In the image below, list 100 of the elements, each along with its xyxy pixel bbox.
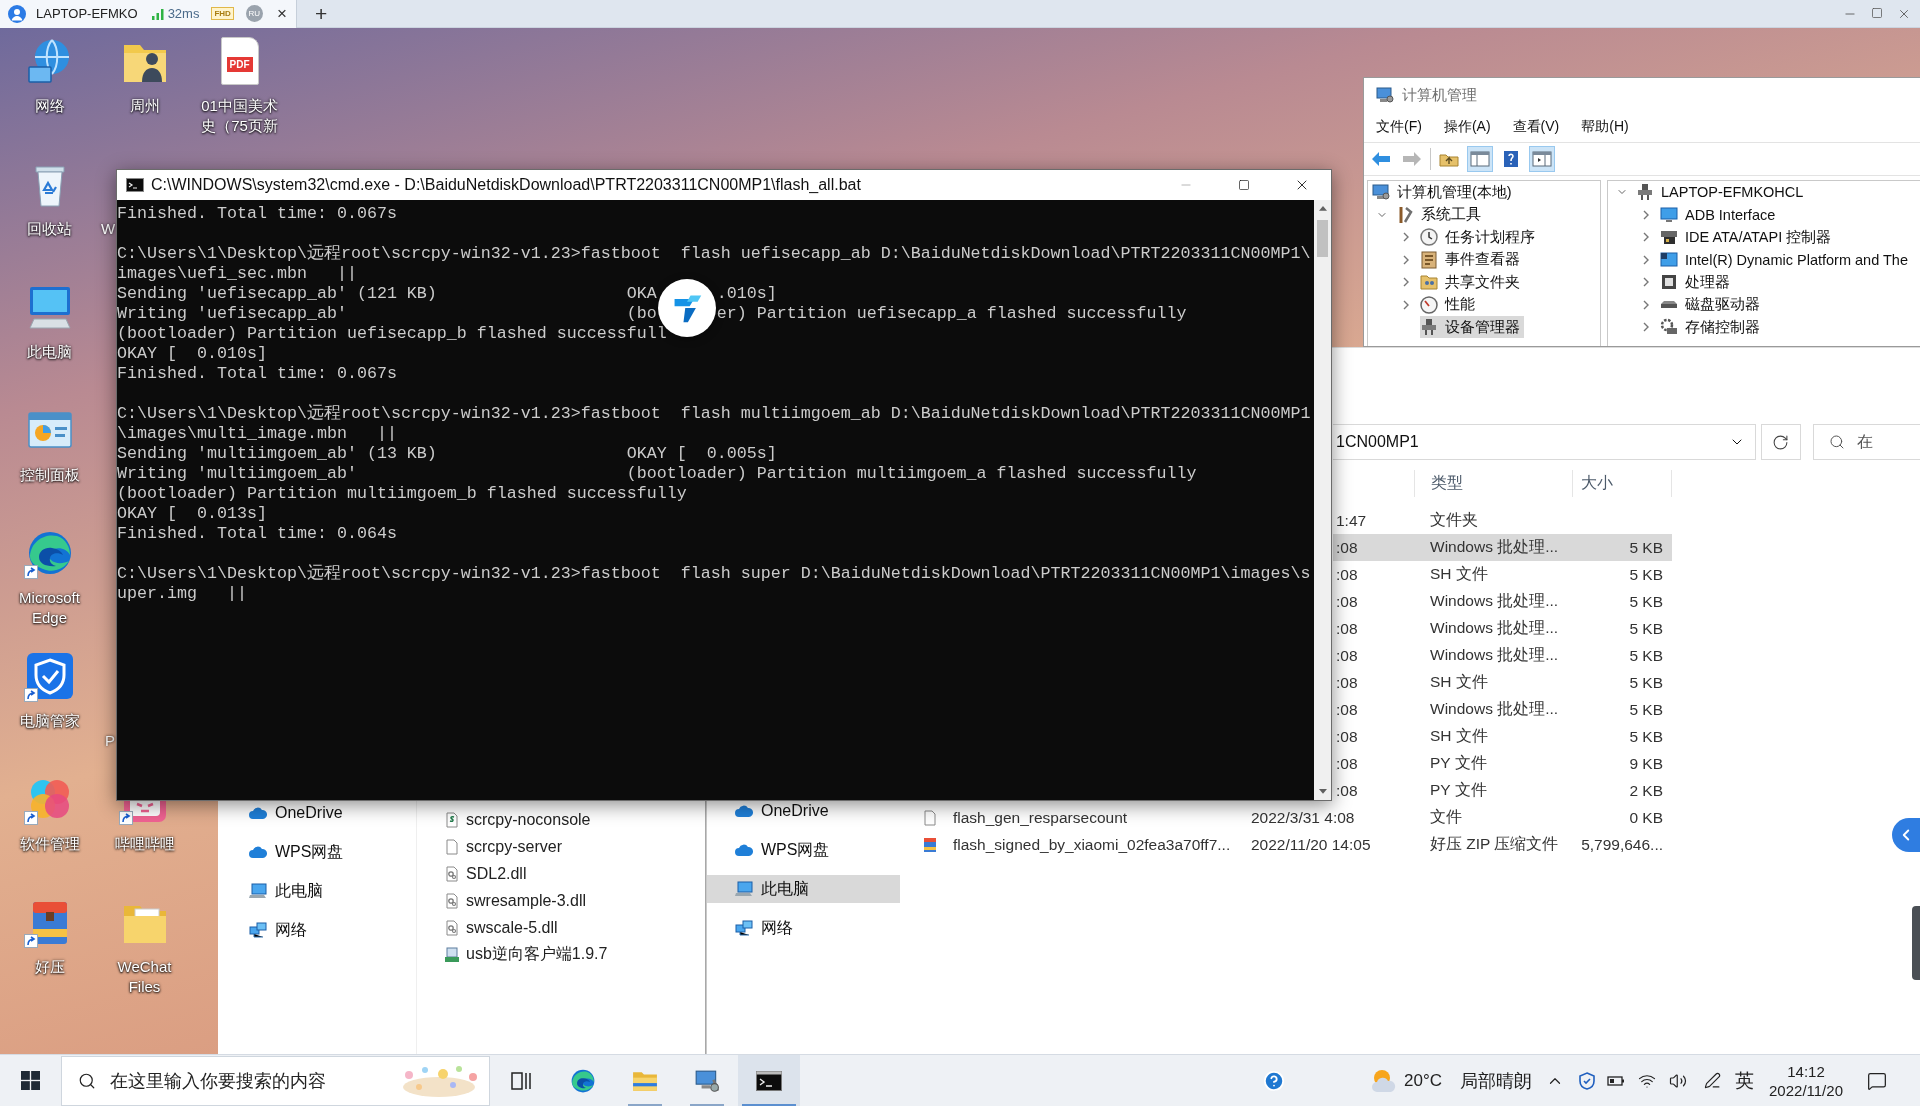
new-tab-button[interactable]: +	[315, 3, 328, 24]
file-row[interactable]: :08 SH 文件 5 KB	[1333, 723, 1672, 750]
tree-item[interactable]: 处理器	[1660, 271, 1734, 294]
file-item[interactable]: scrcpy-noconsole	[444, 806, 705, 833]
file-item[interactable]: scrcpy-server	[444, 833, 705, 860]
refresh-button[interactable]	[1760, 424, 1801, 460]
input-method-button[interactable]: 英	[1734, 1067, 1754, 1094]
console-line: OKAY [ 0.010s]	[117, 344, 267, 364]
tree-item[interactable]: 存储控制器	[1660, 316, 1764, 339]
file-row[interactable]: :08 Windows 批处理... 5 KB	[1333, 534, 1672, 561]
arrow-right-icon	[1402, 151, 1422, 167]
tree-item[interactable]: IDE ATA/ATAPI 控制器	[1660, 226, 1836, 249]
chevron-right-icon[interactable]	[1643, 254, 1649, 265]
notification-icon[interactable]	[1867, 1070, 1887, 1091]
nav-item[interactable]: 此电脑	[707, 875, 900, 903]
taskbar-app-button[interactable]	[738, 1054, 800, 1106]
tree-item[interactable]: LAPTOP-EFMKOHCL	[1636, 181, 1808, 204]
file-item[interactable]: swresample-3.dll	[444, 887, 705, 914]
shield-icon[interactable]	[1579, 1071, 1595, 1090]
chevron-right-icon[interactable]	[1643, 322, 1649, 333]
chevron-right-icon[interactable]	[1403, 277, 1409, 288]
file-row[interactable]: :08 Windows 批处理... 5 KB	[1333, 642, 1672, 669]
file-row[interactable]: :08 Windows 批处理... 5 KB	[1333, 615, 1672, 642]
toolbar-button[interactable]	[1467, 146, 1493, 172]
date-modified: :08	[1336, 592, 1358, 610]
chevron-right-icon[interactable]	[1643, 277, 1649, 288]
desktop-icon-label[interactable]: 周州	[129, 96, 160, 116]
chevron-right-icon[interactable]	[1643, 232, 1649, 243]
file-row[interactable]: :08 SH 文件 5 KB	[1333, 561, 1672, 588]
shield-icon[interactable]	[25, 652, 74, 700]
file-row[interactable]: :08 PY 文件 2 KB	[1333, 777, 1672, 804]
scroll-handle[interactable]	[1912, 906, 1920, 980]
tree-item[interactable]: 磁盘驱动器	[1660, 293, 1764, 316]
close-tab-button[interactable]: ×	[276, 5, 287, 22]
scrollbar-thumb[interactable]	[1317, 220, 1328, 257]
file-row[interactable]: flash_signed_by_xiaomi_02fea3a70ff7... 2022/11/20 14:05 好压 ZIP 压缩文件 5,799,646...	[900, 831, 1672, 858]
file-row[interactable]: :08 SH 文件 5 KB	[1333, 669, 1672, 696]
terminal-icon	[126, 178, 144, 192]
console-line: (bootloader) Partition multiimgoem_b flashed successfully	[117, 484, 687, 504]
nav-item[interactable]: 网络	[707, 914, 900, 942]
file-item[interactable]: SDL2.dll	[444, 860, 705, 887]
address-field[interactable]: 1CN00MP1	[1333, 424, 1756, 460]
file-row[interactable]: :08 Windows 批处理... 5 KB	[1333, 696, 1672, 723]
scrollbar[interactable]	[1314, 200, 1331, 800]
file-row[interactable]: :08 PY 文件 9 KB	[1333, 750, 1672, 777]
pen-icon[interactable]	[1703, 1072, 1721, 1089]
file-row[interactable]: :08 Windows 批处理... 5 KB	[1333, 588, 1672, 615]
file-row[interactable]: 1:47 文件夹	[1333, 507, 1672, 534]
weather-label[interactable]: 局部晴朗	[1460, 1068, 1532, 1093]
menu-item[interactable]: 操作(A)	[1432, 118, 1502, 136]
chevron-right-icon[interactable]	[1403, 299, 1409, 310]
nav-item[interactable]: WPS网盘	[707, 836, 900, 864]
chevron-right-icon[interactable]	[1643, 299, 1649, 310]
file-size: 5 KB	[1629, 565, 1663, 584]
window-title: 计算机管理	[1402, 85, 1477, 105]
desktop-icon-label[interactable]: 网络	[34, 96, 65, 116]
tree-item[interactable]: 计算机管理(本地)	[1372, 181, 1516, 204]
desktop-icon-label[interactable]: 回收站	[27, 219, 72, 239]
tree-item[interactable]: 任务计划程序	[1420, 226, 1539, 249]
chevron-right-icon[interactable]	[1403, 254, 1409, 265]
tree-item[interactable]: 性能	[1420, 293, 1479, 316]
caret-down-icon[interactable]	[1318, 789, 1327, 794]
menu-item[interactable]: 帮助(H)	[1570, 118, 1640, 136]
tree-item[interactable]: 系统工具	[1396, 203, 1485, 226]
tree-item[interactable]: 共享文件夹	[1420, 271, 1524, 294]
tree-item[interactable]: ADB Interface	[1660, 203, 1780, 226]
help-icon[interactable]	[1263, 1069, 1285, 1092]
nav-item[interactable]: WPS网盘	[218, 838, 416, 866]
clock-button[interactable]: 14:12 2022/11/20	[1769, 1061, 1843, 1100]
chevron-right-icon[interactable]	[1643, 209, 1649, 220]
battery-icon[interactable]	[1607, 1074, 1625, 1087]
menu-item[interactable]: 查看(V)	[1501, 118, 1571, 136]
nav-item[interactable]: OneDrive	[218, 799, 416, 827]
nav-item[interactable]: OneDrive	[707, 797, 900, 825]
toolbar-button[interactable]	[1529, 146, 1555, 172]
settings-file-icon	[444, 865, 460, 882]
chevron-right-icon[interactable]	[1403, 232, 1409, 243]
file-row[interactable]: flash_gen_resparsecount 2022/3/31 4:08 文件 0 KB	[900, 804, 1672, 831]
search-field[interactable]: 在	[1812, 424, 1920, 460]
temperature-label[interactable]: 20°C	[1404, 1070, 1442, 1091]
tree-item[interactable]: 设备管理器	[1420, 316, 1524, 339]
date-modified: :08	[1336, 646, 1358, 664]
tree-item[interactable]: Intel(R) Dynamic Platform and The	[1660, 248, 1912, 271]
file-item[interactable]: usb逆向客户端1.9.7	[444, 941, 705, 968]
speaker-icon[interactable]	[1669, 1071, 1687, 1090]
desktop-icon-label[interactable]: W	[101, 219, 116, 239]
maximize-icon[interactable]	[1871, 6, 1883, 19]
tree-item[interactable]: 事件查看器	[1420, 248, 1524, 271]
file-item[interactable]: swscale-5.dll	[444, 914, 705, 941]
search-field[interactable]: 在这里输入你要搜索的内容	[61, 1055, 490, 1106]
desktop-icon-label[interactable]: 01中国美术史（75页新	[199, 96, 280, 136]
session-tab[interactable]: LAPTOP-EFMKO 32ms FHD RU ×	[0, 0, 297, 28]
tab-title: LAPTOP-EFMKO	[36, 6, 138, 21]
nav-item[interactable]: 此电脑	[218, 877, 416, 905]
column-header[interactable]: 大小	[1581, 473, 1613, 494]
column-header[interactable]: 类型	[1431, 473, 1463, 494]
nav-item[interactable]: 网络	[218, 916, 416, 944]
menu-item[interactable]: 文件(F)	[1365, 118, 1433, 136]
caret-up-icon[interactable]	[1318, 206, 1327, 211]
pdf-file-icon[interactable]: PDF	[220, 37, 259, 85]
